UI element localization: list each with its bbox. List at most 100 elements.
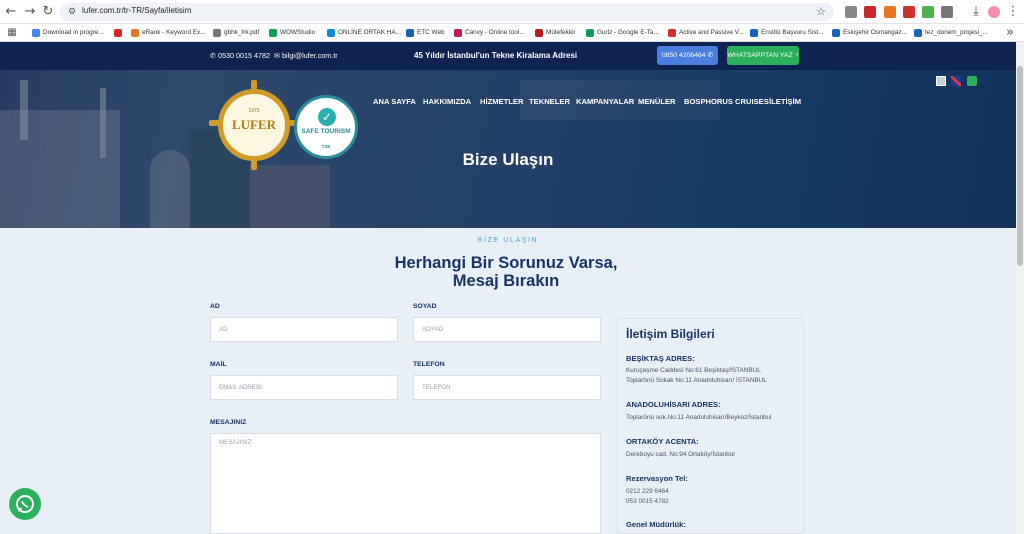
whatsapp-icon: ◔ bbox=[794, 52, 799, 59]
flag-tr-icon[interactable] bbox=[936, 76, 946, 86]
bookmark-item[interactable]: ONLİNE ORTAK HA... bbox=[327, 27, 401, 39]
bookmark-favicon-icon bbox=[914, 29, 922, 37]
reload-icon[interactable]: ↻ bbox=[40, 4, 56, 20]
mesaj-label: MESAJINIZ bbox=[210, 419, 247, 426]
logo-brand: LUFER bbox=[231, 117, 277, 132]
bookmark-item[interactable]: ETC Web bbox=[406, 27, 445, 39]
bookmark-item[interactable]: Canvy - Online tool... bbox=[454, 27, 525, 39]
bookmark-favicon-icon bbox=[832, 29, 840, 37]
menu-item[interactable]: İLETİŞİM bbox=[769, 97, 801, 106]
rezervasyon-phone-2[interactable]: 053 0015 4782 bbox=[626, 497, 669, 507]
flag-en-icon[interactable] bbox=[951, 76, 961, 86]
contact-info-card: İletişim Bilgileri BEŞİKTAŞ ADRES: Kuruç… bbox=[617, 318, 804, 534]
bookmark-favicon-icon bbox=[269, 29, 277, 37]
site-top-bar: ✆ 0530 0015 4782 ✉ bilgi@lufer.com.tr 45… bbox=[0, 42, 1016, 70]
bookmark-item[interactable]: Eskişehir Osmangaz... bbox=[832, 27, 907, 39]
telefon-label: TELEFON bbox=[413, 361, 445, 368]
extensions-puzzle-icon[interactable] bbox=[941, 6, 953, 18]
contact-section: BİZE ULAŞIN Herhangi Bir Sorunuz Varsa, … bbox=[0, 228, 1016, 534]
info-title: İletişim Bilgileri bbox=[626, 327, 715, 341]
ad-label: AD bbox=[210, 303, 220, 310]
whatsapp-float-button[interactable] bbox=[9, 488, 41, 520]
hero-overlay bbox=[0, 70, 1016, 228]
bookmark-item[interactable]: eRank - Keyword Ex... bbox=[131, 27, 206, 39]
download-icon[interactable]: ⤓ bbox=[968, 4, 984, 20]
topbar-email-text: bilgi@lufer.com.tr bbox=[282, 51, 338, 60]
bookmark-item[interactable]: Download in progre... bbox=[32, 27, 104, 39]
bookmark-item[interactable]: Enstitü Başvuru Sist... bbox=[750, 27, 824, 39]
bookmark-item[interactable] bbox=[114, 27, 125, 39]
bookmark-item[interactable]: Gurlz - Google E-Ta... bbox=[586, 27, 659, 39]
anadolu-heading: ANADOLUHİSARI ADRES: bbox=[626, 400, 721, 409]
address-bar[interactable]: ⚙ lufer.com.tr/tr-TR/Sayfa/iletisim ☆ bbox=[60, 3, 834, 21]
browser-toolbar: ← → ↻ ⚙ lufer.com.tr/tr-TR/Sayfa/iletisi… bbox=[0, 0, 1024, 24]
ad-input[interactable]: AD bbox=[210, 317, 398, 342]
besiktas-heading: BEŞİKTAŞ ADRES: bbox=[626, 354, 695, 363]
bookmarks-more-icon[interactable]: » bbox=[1002, 25, 1018, 41]
bookmark-label: Gurlz - Google E-Ta... bbox=[597, 29, 659, 36]
address-bar-url[interactable]: lufer.com.tr/tr-TR/Sayfa/iletisim bbox=[82, 6, 191, 15]
bookmark-item[interactable]: gbhk_trk.pdf bbox=[213, 27, 259, 39]
extension-icon[interactable] bbox=[922, 6, 934, 18]
site-tagline: 45 Yıldır İstanbul'un Tekne Kiralama Adr… bbox=[414, 51, 578, 60]
safe-tourism-text: SAFE TOURISM bbox=[301, 128, 351, 135]
bookmark-star-icon[interactable]: ☆ bbox=[816, 5, 826, 18]
mesaj-textarea[interactable]: MESAJINIZ bbox=[210, 433, 601, 534]
soyad-label: SOYAD bbox=[413, 303, 437, 310]
apps-grid-icon[interactable]: ▦ bbox=[4, 25, 20, 41]
whatsapp-button[interactable]: WHATSAPPTAN YAZ ◔ bbox=[727, 46, 799, 65]
extension-icon[interactable] bbox=[884, 6, 896, 18]
bookmark-favicon-icon bbox=[535, 29, 543, 37]
besiktas-address-2: Toplarönü Sokak No:11 Anadoluhisarı/ İST… bbox=[626, 377, 767, 384]
bookmark-item[interactable]: tez_donem_projesi_... bbox=[914, 27, 988, 39]
soyad-input[interactable]: SOYAD bbox=[413, 317, 601, 342]
heading-line-1: Herhangi Bir Sorunuz Varsa, bbox=[394, 254, 618, 272]
bookmark-favicon-icon bbox=[586, 29, 594, 37]
bookmark-favicon-icon bbox=[327, 29, 335, 37]
bookmark-label: Eskişehir Osmangaz... bbox=[843, 29, 907, 36]
whatsapp-button-label: WHATSAPPTAN YAZ bbox=[727, 52, 793, 59]
call-button[interactable]: 0850 4206464 ✆ bbox=[657, 46, 718, 65]
page-scrollbar[interactable] bbox=[1016, 42, 1024, 534]
topbar-phone-text: 0530 0015 4782 bbox=[218, 51, 270, 60]
site-info-icon[interactable]: ⚙ bbox=[68, 6, 76, 17]
flag-other-icon[interactable] bbox=[967, 76, 977, 86]
menu-item[interactable]: KAMPANYALAR bbox=[576, 97, 634, 106]
bookmark-item[interactable]: WOWStudio bbox=[269, 27, 315, 39]
menu-item[interactable]: TEKNELER bbox=[529, 97, 570, 106]
bookmark-favicon-icon bbox=[131, 29, 139, 37]
telefon-input[interactable]: TELEFON bbox=[413, 375, 601, 400]
profile-avatar[interactable] bbox=[988, 6, 1000, 18]
scrollbar-thumb[interactable] bbox=[1017, 66, 1023, 266]
menu-icon[interactable]: ⋮ bbox=[1005, 4, 1021, 20]
bookmark-item[interactable]: Active and Passive V... bbox=[668, 27, 744, 39]
bookmark-label: ONLİNE ORTAK HA... bbox=[338, 29, 401, 36]
hero-title: Bize Ulaşın bbox=[462, 150, 554, 169]
bookmark-label: ETC Web bbox=[417, 29, 445, 36]
bookmark-item[interactable]: Mütefekkir bbox=[535, 27, 575, 39]
ortakoy-heading: ORTAKÖY ACENTA: bbox=[626, 437, 699, 446]
topbar-email[interactable]: ✉ bilgi@lufer.com.tr bbox=[274, 51, 338, 60]
menu-item[interactable]: HAKKIMIZDA bbox=[423, 97, 471, 106]
back-icon[interactable]: ← bbox=[3, 4, 19, 20]
email-input[interactable]: EMAIL ADRESİ bbox=[210, 375, 398, 400]
extension-icon[interactable] bbox=[845, 6, 857, 18]
forward-icon[interactable]: → bbox=[22, 4, 38, 20]
menu-item[interactable]: MENÜLER bbox=[638, 97, 676, 106]
section-eyebrow: BİZE ULAŞIN bbox=[477, 237, 539, 244]
whatsapp-icon bbox=[16, 495, 34, 513]
bookmarks-bar: ▦ Download in progre... eRank - Keyword E… bbox=[0, 24, 1024, 42]
menu-item[interactable]: ANA SAYFA bbox=[373, 97, 416, 106]
bookmark-favicon-icon bbox=[668, 29, 676, 37]
menu-item[interactable]: BOSPHORUS CRUISES bbox=[684, 97, 769, 106]
rezervasyon-phone-1[interactable]: 0212 229 6464 bbox=[626, 487, 669, 497]
call-button-label: 0850 4206464 bbox=[661, 52, 706, 59]
bookmark-label: eRank - Keyword Ex... bbox=[142, 29, 206, 36]
mesaj-placeholder: MESAJINIZ bbox=[219, 439, 252, 446]
extension-icon[interactable] bbox=[903, 6, 915, 18]
bookmark-label: Download in progre... bbox=[43, 29, 104, 36]
topbar-phone[interactable]: ✆ 0530 0015 4782 bbox=[210, 51, 270, 60]
checkmark-icon: ✓ bbox=[318, 108, 336, 126]
extension-icon[interactable] bbox=[864, 6, 876, 18]
menu-item[interactable]: HİZMETLER bbox=[480, 97, 523, 106]
